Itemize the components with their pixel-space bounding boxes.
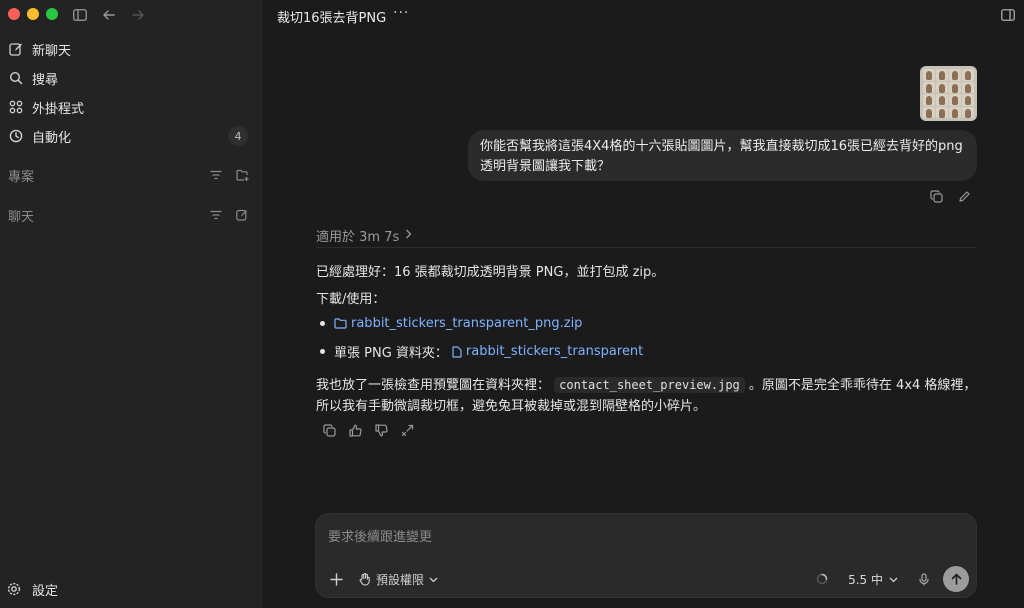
attached-image-thumbnail[interactable]: [920, 66, 977, 121]
folder-link[interactable]: rabbit_stickers_transparent: [452, 344, 643, 359]
plugins-icon: [8, 99, 24, 115]
section-label: 專案: [8, 169, 35, 185]
settings-label: 設定: [32, 583, 59, 599]
filter-icon[interactable]: [208, 167, 224, 183]
zoom-window-button[interactable]: [46, 8, 58, 20]
arrow-up-icon: [951, 573, 961, 585]
composer[interactable]: 要求後續跟進變更 預設權限 5.5 中: [315, 513, 977, 598]
sidebar-item-search[interactable]: 搜尋: [4, 65, 254, 91]
automation-count-badge: 4: [228, 126, 248, 146]
loading-spinner-icon: [816, 573, 828, 585]
sidebar: 新聊天 搜尋 外掛程式 自動化 4 專案 聊天 設定: [0, 0, 262, 608]
back-arrow-icon[interactable]: [101, 7, 117, 23]
hand-icon: [359, 573, 370, 586]
inline-code-filename: contact_sheet_preview.jpg: [554, 377, 745, 393]
new-project-icon[interactable]: [234, 167, 250, 183]
filter-icon[interactable]: [208, 207, 224, 223]
toggle-sidebar-icon[interactable]: [72, 7, 88, 23]
section-label: 聊天: [8, 209, 35, 225]
chevron-down-icon: [429, 577, 438, 582]
chevron-down-icon: [889, 577, 898, 582]
user-message: 你能否幫我將這張4X4格的十六張貼圖圖片，幫我直接裁切成16張已經去背好的png…: [468, 130, 977, 181]
clock-icon: [8, 128, 24, 144]
search-icon: [8, 70, 24, 86]
list-item: rabbit_stickers_transparent_png.zip: [316, 316, 582, 331]
assistant-message-actions: [321, 422, 415, 438]
list-item: 單張 PNG 資料夾： rabbit_stickers_transparent: [316, 342, 643, 361]
send-button[interactable]: [943, 566, 969, 592]
model-selector[interactable]: 5.5 中: [848, 571, 898, 588]
sidebar-item-label: 新聊天: [32, 43, 72, 59]
folder-icon: [334, 318, 347, 329]
minimize-window-button[interactable]: [27, 8, 39, 20]
edit-pencil-icon[interactable]: [956, 188, 972, 204]
user-message-actions: [928, 188, 972, 204]
settings-button[interactable]: 設定: [6, 576, 58, 602]
sidebar-item-new-chat[interactable]: 新聊天: [4, 36, 254, 62]
top-bar: 裁切16張去背PNG ···: [263, 0, 1024, 30]
assistant-line: 下載/使用：: [316, 292, 386, 307]
forward-arrow-icon[interactable]: [130, 7, 146, 23]
worked-duration[interactable]: 適用於 3m 7s: [316, 226, 412, 245]
assistant-paragraph: 我也放了一張檢查用預覽圖在資料夾裡： contact_sheet_preview…: [316, 377, 977, 414]
permission-selector[interactable]: 預設權限: [359, 571, 438, 588]
sidebar-item-plugins[interactable]: 外掛程式: [4, 94, 254, 120]
section-projects: 專案: [8, 164, 254, 186]
divider: [316, 247, 977, 248]
share-icon[interactable]: [399, 422, 415, 438]
new-chat-icon: [8, 41, 24, 57]
copy-icon[interactable]: [321, 422, 337, 438]
microphone-icon[interactable]: [916, 571, 932, 587]
worked-duration-label: 適用於 3m 7s: [316, 230, 400, 245]
section-chats: 聊天: [8, 204, 254, 226]
thumbs-down-icon[interactable]: [373, 422, 389, 438]
more-options-button[interactable]: ···: [393, 5, 409, 21]
zip-download-link[interactable]: rabbit_stickers_transparent_png.zip: [334, 316, 582, 331]
chevron-right-icon: [405, 228, 412, 243]
sidebar-item-label: 自動化: [32, 130, 72, 146]
compose-icon[interactable]: [234, 207, 250, 223]
close-window-button[interactable]: [8, 8, 20, 20]
file-icon: [452, 345, 462, 358]
conversation-title: 裁切16張去背PNG: [277, 11, 387, 26]
toggle-panel-icon[interactable]: [1000, 7, 1016, 23]
copy-icon[interactable]: [928, 188, 944, 204]
sidebar-item-label: 外掛程式: [32, 101, 85, 117]
add-attachment-icon[interactable]: [328, 571, 344, 587]
main-pane: 裁切16張去背PNG ··· 你能否幫我將這張4X4格的十六張貼圖圖片，幫我直接…: [263, 0, 1024, 608]
sidebar-item-label: 搜尋: [32, 72, 59, 88]
message-input[interactable]: 要求後續跟進變更: [328, 526, 432, 545]
thumbs-up-icon[interactable]: [347, 422, 363, 438]
folder-label: 單張 PNG 資料夾：: [334, 346, 448, 361]
window-controls: [8, 8, 58, 20]
gear-icon: [6, 581, 22, 597]
sidebar-item-automation[interactable]: 自動化 4: [4, 123, 254, 149]
assistant-line: 已經處理好：16 張都裁切成透明背景 PNG，並打包成 zip。: [316, 265, 665, 280]
